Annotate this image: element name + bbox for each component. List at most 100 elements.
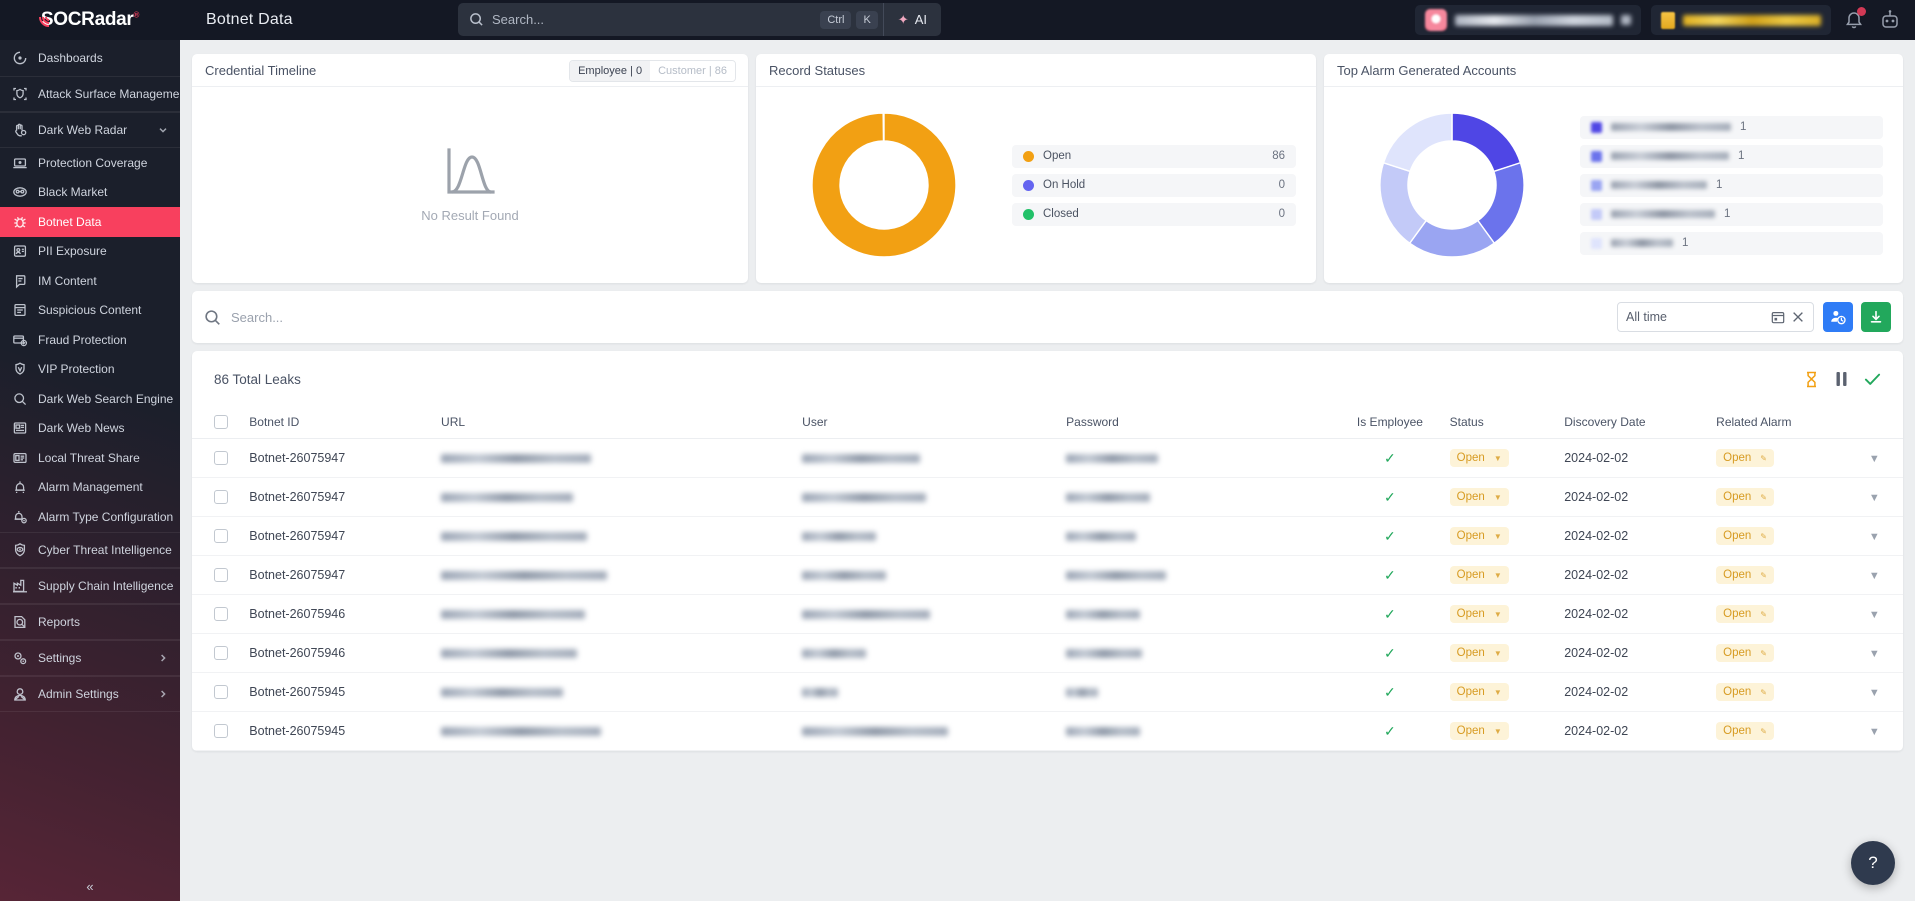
donut-segment[interactable]: [1451, 112, 1522, 173]
table-row[interactable]: Botnet-26075946 ✓ Open ▼ 2024-02-02 Open ✎ ▼: [192, 633, 1903, 673]
table-row[interactable]: Botnet-26075947 ✓ Open ▼ 2024-02-02 Open ✎ ▼: [192, 477, 1903, 517]
sidebar-item-fraud-protection[interactable]: Fraud Protection: [0, 325, 180, 355]
legend-item[interactable]: 1: [1580, 173, 1883, 197]
sidebar-item-supply-chain-intelligence[interactable]: Supply Chain Intelligence: [0, 567, 180, 604]
user-account-button[interactable]: [1877, 7, 1903, 33]
column-botnet-id[interactable]: Botnet ID: [249, 407, 442, 439]
related-alarm-badge[interactable]: Open ✎: [1716, 683, 1774, 701]
legend-item[interactable]: Open 86: [1012, 144, 1296, 168]
legend-item[interactable]: On Hold 0: [1012, 173, 1296, 197]
status-badge[interactable]: Open ▼: [1449, 449, 1509, 467]
table-row[interactable]: Botnet-26075947 ✓ Open ▼ 2024-02-02 Open ✎ ▼: [192, 516, 1903, 556]
status-badge[interactable]: Open ▼: [1449, 605, 1509, 623]
sidebar-item-protection-coverage[interactable]: Protection Coverage: [0, 148, 180, 178]
row-checkbox[interactable]: [214, 685, 228, 699]
sidebar-item-vip-protection[interactable]: VIP Protection: [0, 355, 180, 385]
search-input[interactable]: [492, 12, 821, 27]
legend-item[interactable]: 1: [1580, 231, 1883, 255]
related-alarm-badge[interactable]: Open ✎: [1716, 527, 1774, 545]
check-icon[interactable]: [1864, 371, 1881, 387]
table-row[interactable]: Botnet-26075947 ✓ Open ▼ 2024-02-02 Open ✎ ▼: [192, 555, 1903, 595]
chevron-right-icon[interactable]: [158, 689, 168, 699]
sidebar-item-reports[interactable]: Reports: [0, 603, 180, 640]
download-button[interactable]: [1861, 302, 1891, 332]
column-user[interactable]: User: [802, 407, 1067, 439]
sidebar-item-local-threat-share[interactable]: Local Threat Share: [0, 443, 180, 473]
chevron-down-icon[interactable]: ▼: [1869, 609, 1880, 621]
donut-segment[interactable]: [1382, 112, 1453, 173]
notifications-button[interactable]: [1841, 7, 1867, 33]
chevron-down-icon[interactable]: ▼: [1869, 531, 1880, 543]
related-alarm-badge[interactable]: Open ✎: [1716, 722, 1774, 740]
sidebar-item-admin-settings[interactable]: Admin Settings: [0, 675, 180, 712]
table-row[interactable]: Botnet-26075946 ✓ Open ▼ 2024-02-02 Open ✎ ▼: [192, 594, 1903, 634]
chevron-down-icon[interactable]: ▼: [1869, 492, 1880, 504]
select-all-checkbox[interactable]: [214, 415, 228, 429]
status-badge[interactable]: Open ▼: [1449, 644, 1509, 662]
assign-button[interactable]: [1823, 302, 1853, 332]
org-switcher[interactable]: [1415, 5, 1641, 35]
column-related-alarm[interactable]: Related Alarm: [1716, 407, 1846, 439]
column-is-employee[interactable]: Is Employee: [1330, 407, 1450, 439]
chevron-down-icon[interactable]: [158, 125, 168, 135]
sidebar-item-botnet-data[interactable]: Botnet Data: [0, 207, 180, 237]
toggle-employee[interactable]: Employee | 0: [570, 61, 651, 81]
chevron-down-icon[interactable]: ▼: [1869, 648, 1880, 660]
chevron-down-icon[interactable]: ▼: [1869, 687, 1880, 699]
legend-item[interactable]: 1: [1580, 144, 1883, 168]
row-checkbox[interactable]: [214, 568, 228, 582]
chevron-down-icon[interactable]: ▼: [1869, 726, 1880, 738]
table-row[interactable]: Botnet-26075945 ✓ Open ▼ 2024-02-02 Open ✎ ▼: [192, 711, 1903, 751]
table-row[interactable]: Botnet-26075945 ✓ Open ▼ 2024-02-02 Open ✎ ▼: [192, 672, 1903, 712]
chevron-right-icon[interactable]: [158, 653, 168, 663]
row-checkbox[interactable]: [214, 529, 228, 543]
sidebar-item-alarm-type-configuration[interactable]: Alarm Type Configuration: [0, 502, 180, 532]
global-search[interactable]: Ctrl K ✦ AI: [458, 3, 941, 36]
legend-item[interactable]: Closed 0: [1012, 202, 1296, 226]
sidebar-item-attack-surface-management[interactable]: Attack Surface Management: [0, 76, 180, 112]
column-discovery-date[interactable]: Discovery Date: [1564, 407, 1717, 439]
row-checkbox[interactable]: [214, 646, 228, 660]
toggle-customer[interactable]: Customer | 86: [650, 61, 735, 81]
sidebar-item-suspicious-content[interactable]: Suspicious Content: [0, 296, 180, 326]
related-alarm-badge[interactable]: Open ✎: [1716, 566, 1774, 584]
top-alarm-accounts-donut[interactable]: [1324, 100, 1580, 270]
sidebar-collapse-button[interactable]: «: [0, 871, 180, 901]
sidebar-item-pii-exposure[interactable]: PII Exposure: [0, 237, 180, 267]
row-checkbox[interactable]: [214, 490, 228, 504]
row-checkbox[interactable]: [214, 607, 228, 621]
sidebar-item-dashboards[interactable]: Dashboards: [0, 40, 180, 76]
table-search-input[interactable]: [231, 309, 531, 325]
column-status[interactable]: Status: [1449, 407, 1565, 439]
donut-segment[interactable]: [1379, 161, 1428, 245]
record-statuses-donut[interactable]: [756, 100, 1012, 270]
table-row[interactable]: Botnet-26075947 ✓ Open ▼ 2024-02-02 Open ✎ ▼: [192, 438, 1903, 478]
chevron-down-icon[interactable]: ▼: [1869, 453, 1880, 465]
row-checkbox[interactable]: [214, 724, 228, 738]
legend-item[interactable]: 1: [1580, 202, 1883, 226]
sidebar-item-cyber-threat-intelligence[interactable]: Cyber Threat Intelligence: [0, 531, 180, 568]
sidebar-item-im-content[interactable]: IM Content: [0, 266, 180, 296]
sidebar-item-dark-web-news[interactable]: Dark Web News: [0, 414, 180, 444]
column-password[interactable]: Password: [1066, 407, 1331, 439]
column-url[interactable]: URL: [441, 407, 803, 439]
status-badge[interactable]: Open ▼: [1449, 488, 1509, 506]
related-alarm-badge[interactable]: Open ✎: [1716, 449, 1774, 467]
sidebar-item-dark-web-search-engine[interactable]: Dark Web Search Engine: [0, 384, 180, 414]
app-logo[interactable]: SOCRadar®: [0, 0, 180, 40]
employee-customer-toggle[interactable]: Employee | 0 Customer | 86: [569, 60, 736, 82]
table-search[interactable]: [204, 309, 1617, 326]
status-badge[interactable]: Open ▼: [1449, 722, 1509, 740]
hourglass-icon[interactable]: [1804, 371, 1819, 388]
chevron-down-icon[interactable]: ▼: [1869, 570, 1880, 582]
status-badge[interactable]: Open ▼: [1449, 566, 1509, 584]
donut-segment[interactable]: [811, 112, 957, 258]
pause-icon[interactable]: [1835, 371, 1848, 387]
related-alarm-badge[interactable]: Open ✎: [1716, 605, 1774, 623]
status-badge[interactable]: Open ▼: [1449, 683, 1509, 701]
license-badge[interactable]: [1651, 5, 1831, 35]
calendar-icon[interactable]: [1771, 310, 1785, 324]
ai-button[interactable]: ✦ AI: [882, 3, 941, 36]
related-alarm-badge[interactable]: Open ✎: [1716, 644, 1774, 662]
related-alarm-badge[interactable]: Open ✎: [1716, 488, 1774, 506]
